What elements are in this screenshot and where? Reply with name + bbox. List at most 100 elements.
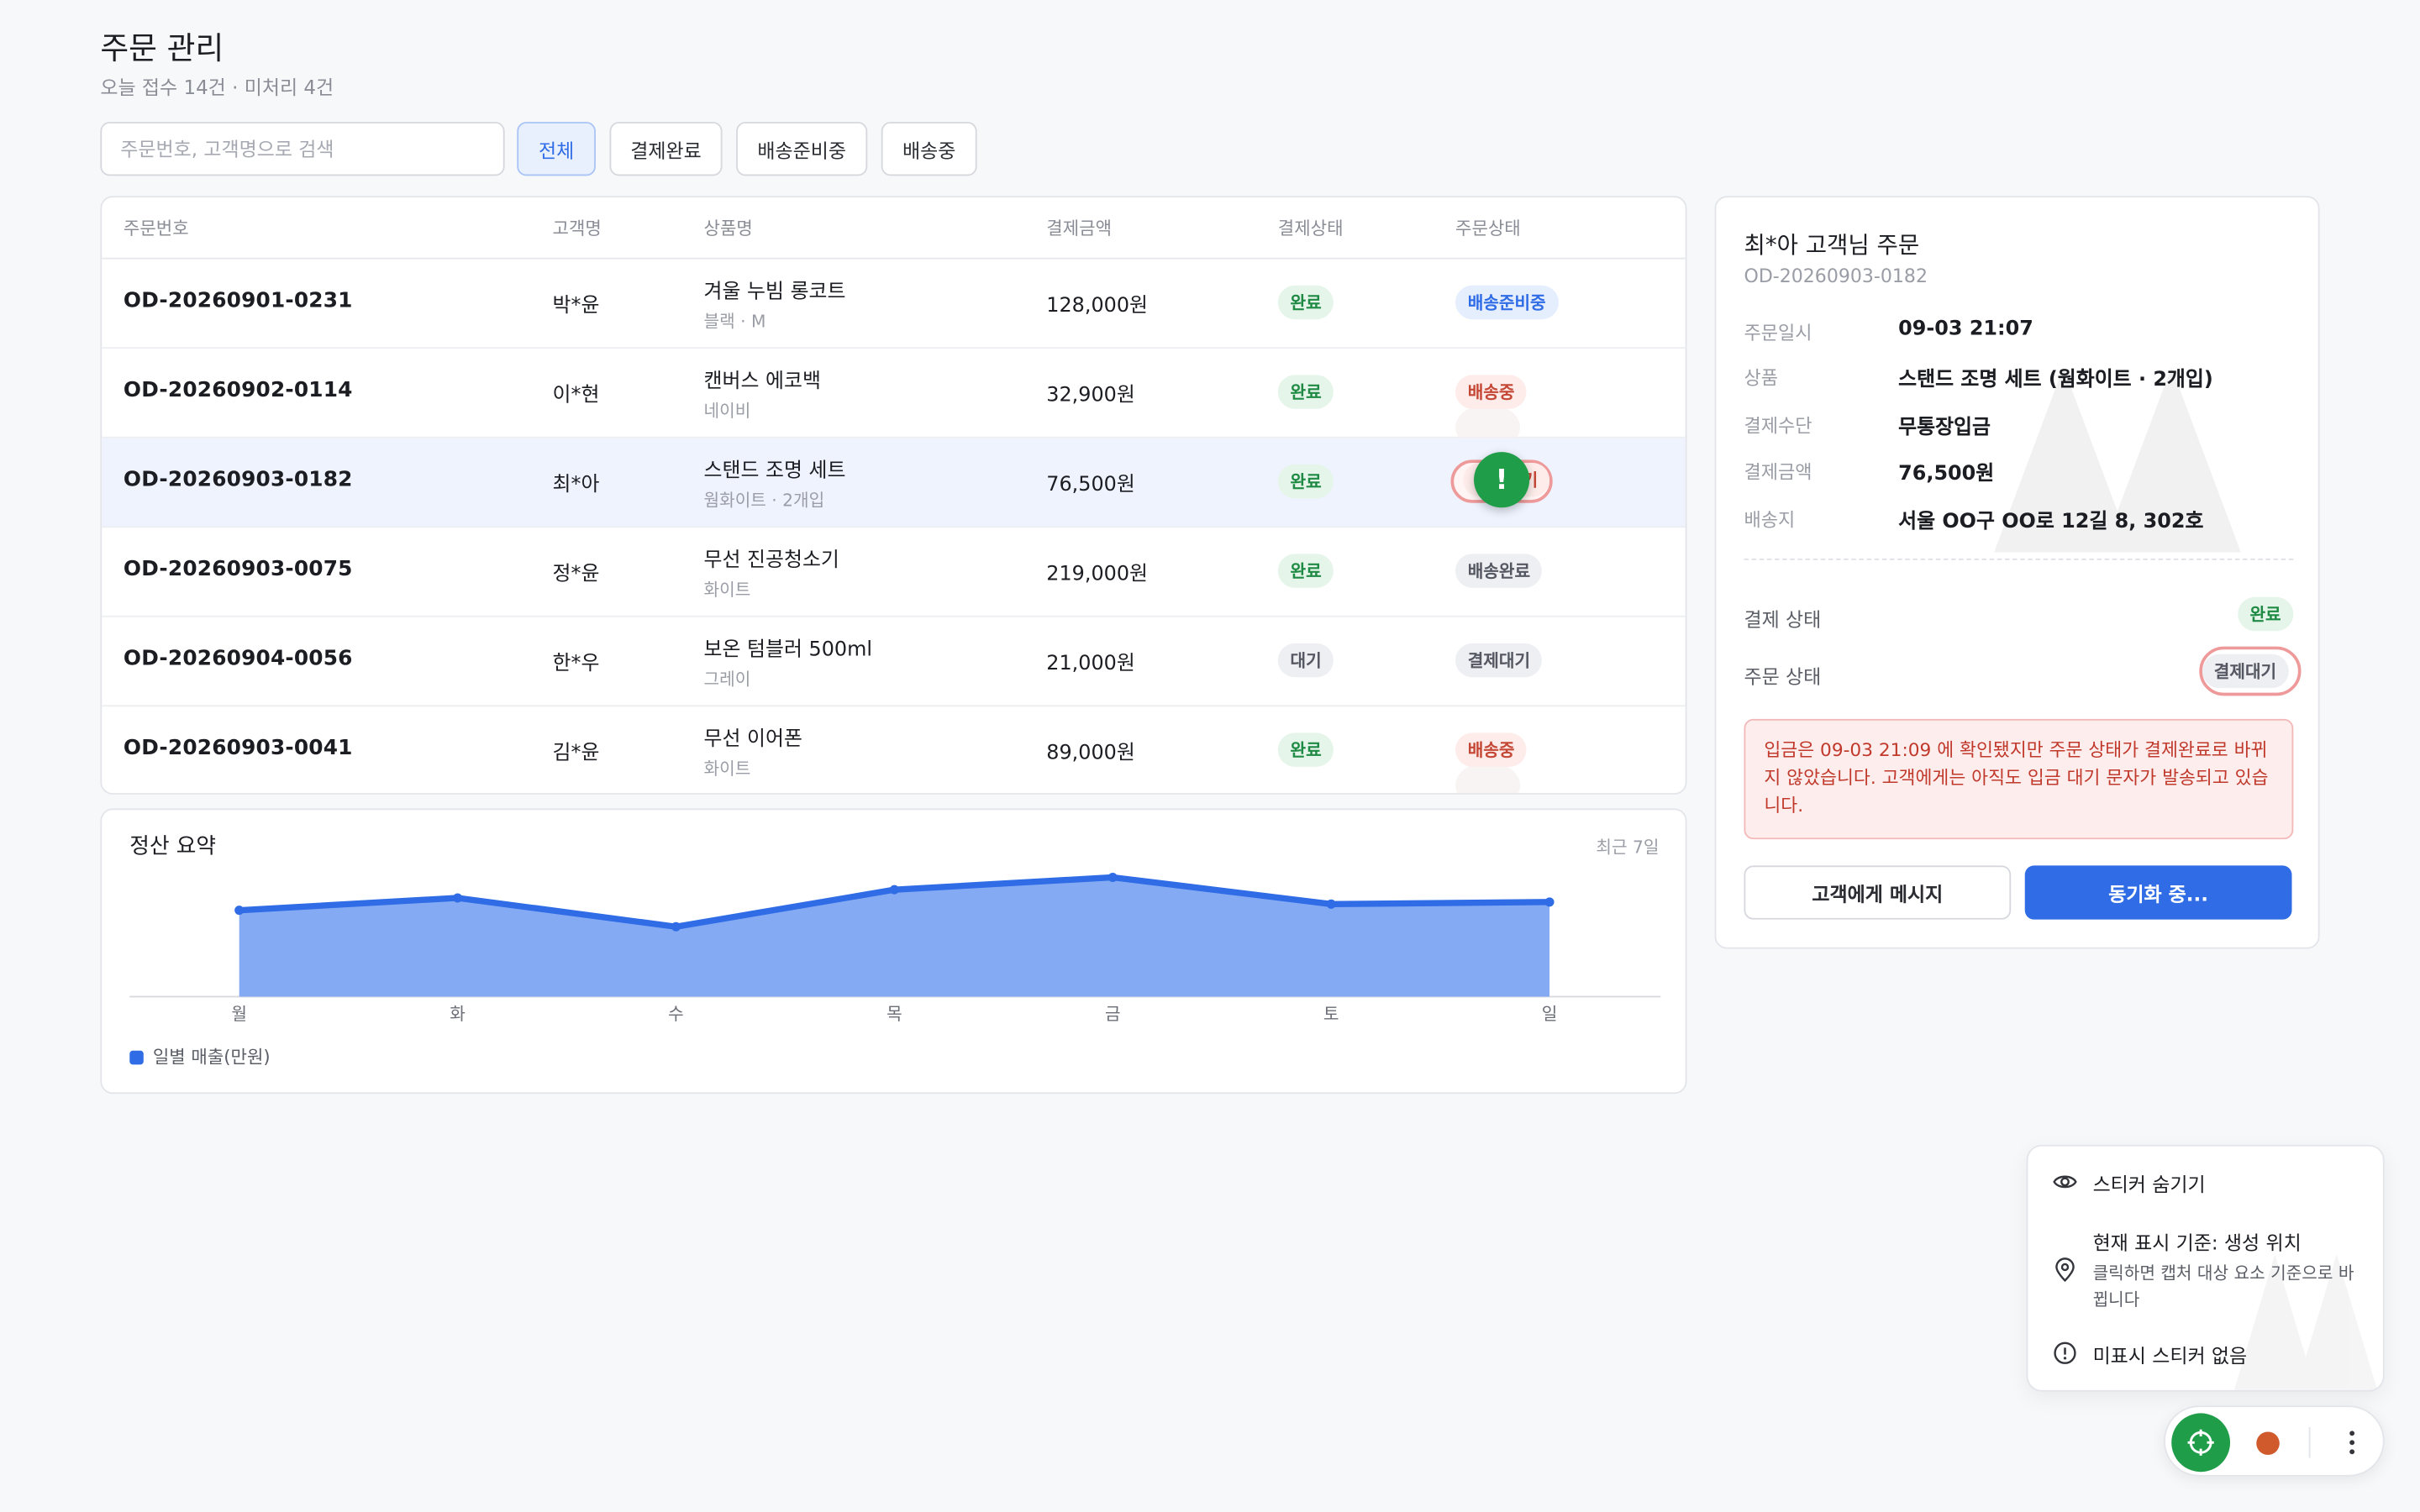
column-header-order-status: 주문상태 <box>1455 217 1521 239</box>
sticker-alert-icon[interactable]: ! <box>1474 452 1530 508</box>
menu-item-position-basis[interactable]: 현재 표시 기준: 생성 위치 클릭하면 캡처 대상 요소 기준으로 바뀝니다 <box>2053 1226 2365 1313</box>
filter-all-button[interactable]: 전체 <box>517 122 596 176</box>
more-options-button[interactable] <box>2330 1421 2373 1464</box>
order-number: OD-20260903-0182 <box>123 467 353 492</box>
x-tick-label: 금 <box>1105 1004 1121 1024</box>
order-status-label: 주문 상태 <box>1744 664 1822 689</box>
order-amount: 219,000원 <box>1046 563 1148 586</box>
data-point <box>1107 872 1118 882</box>
menu-item-label: 미표시 스티커 없음 <box>2092 1343 2248 1368</box>
product-name: 캔버스 에코백 <box>703 370 821 394</box>
product-cell: 무선 이어폰 화이트 <box>704 722 802 781</box>
order-number: OD-20260904-0056 <box>123 646 353 671</box>
x-tick-label: 화 <box>450 1004 466 1024</box>
order-amount: 32,900원 <box>1046 384 1135 407</box>
x-tick-label: 토 <box>1323 1004 1339 1024</box>
field-value: 09-03 21:07 <box>1898 318 2033 341</box>
order-number: OD-20260903-0041 <box>123 736 353 761</box>
order-detail-panel: 최*아 고객님 주문 OD-20260903-0182 주문일시 09-03 2… <box>1714 196 2320 949</box>
customer-name: 박*윤 <box>552 294 600 318</box>
column-header-amount: 결제금액 <box>1046 217 1113 239</box>
orders-table: 주문번호 고객명 상품명 결제금액 결제상태 주문상태 OD-20260901-… <box>100 196 1687 795</box>
detail-title: 최*아 고객님 주문 <box>1744 231 1920 260</box>
product-option: 네이비 <box>703 401 751 422</box>
field-label: 상품 <box>1744 367 1779 389</box>
table-row[interactable]: OD-20260903-0075 정*윤 무선 진공청소기 화이트 219,00… <box>102 528 1686 617</box>
x-tick-label: 수 <box>668 1004 684 1024</box>
detail-field-amount: 결제금액 76,500원 <box>1744 458 2293 489</box>
product-option: 그레이 <box>703 669 751 690</box>
eye-icon <box>2053 1175 2077 1189</box>
search-input[interactable] <box>100 122 505 176</box>
order-amount: 76,500원 <box>1046 473 1135 497</box>
settlement-summary-panel: 정산 요약 최근 7일 월화수목금토일 일별 매출(만원) <box>100 808 1687 1095</box>
pay-status-label: 결제 상태 <box>1744 607 1822 632</box>
legend-label: 일별 매출(만원) <box>152 1046 271 1068</box>
x-tick-label: 목 <box>886 1004 902 1024</box>
location-pin-icon <box>2055 1257 2075 1283</box>
field-value: 76,500원 <box>1898 463 1995 486</box>
menu-item-label: 스티커 숨기기 <box>2092 1172 2206 1196</box>
product-name: 겨울 누빔 롱코트 <box>703 281 846 304</box>
field-value: 서울 OO구 OO로 12길 8, 302호 <box>1898 510 2204 534</box>
order-amount: 89,000원 <box>1046 742 1135 766</box>
product-cell: 무선 진공청소기 화이트 <box>704 543 839 602</box>
field-label: 주문일시 <box>1744 322 1812 344</box>
sticker-options-menu: 스티커 숨기기 현재 표시 기준: 생성 위치 클릭하면 캡처 대상 요소 기준… <box>2026 1144 2385 1392</box>
detail-order-number: OD-20260903-0182 <box>1744 265 1928 287</box>
customer-name: 한*우 <box>552 652 600 676</box>
message-customer-button[interactable]: 고객에게 메시지 <box>1744 865 2012 920</box>
data-point <box>671 921 681 932</box>
filter-paid-button[interactable]: 결제완료 <box>609 122 723 176</box>
field-label: 배송지 <box>1744 509 1796 531</box>
detail-field-product: 상품 스탠드 조명 세트 (웜화이트 · 2개입) <box>1744 364 2293 395</box>
data-point <box>1544 897 1555 907</box>
filter-preparing-button[interactable]: 배송준비중 <box>736 122 868 176</box>
sync-button[interactable]: 동기화 중... <box>2024 865 2292 920</box>
order-management-page: 주문 관리 오늘 접수 14건 · 미처리 4건 전체 결제완료 배송준비중 배… <box>0 0 2420 1512</box>
sales-area-chart: 월화수목금토일 <box>129 872 1661 1024</box>
product-name: 스탠드 조명 세트 <box>703 459 846 483</box>
menu-item-hide-stickers[interactable]: 스티커 숨기기 <box>2053 1168 2206 1197</box>
floating-capture-toolbar <box>2164 1405 2385 1477</box>
series-area <box>239 877 1550 997</box>
order-status-badge: 결제대기 <box>2202 654 2289 689</box>
menu-item-hidden-stickers[interactable]: 미표시 스티커 없음 <box>2053 1339 2247 1368</box>
menu-item-text: 현재 표시 기준: 생성 위치 클릭하면 캡처 대상 요소 기준으로 바뀝니다 <box>2093 1226 2365 1313</box>
table-row[interactable]: OD-20260902-0114 이*현 캔버스 에코백 네이비 32,900원… <box>102 349 1686 451</box>
menu-item-hint: 클릭하면 캡처 대상 요소 기준으로 바뀝니다 <box>2092 1263 2354 1310</box>
product-option: 웜화이트 · 2개입 <box>703 491 825 511</box>
field-label: 결제수단 <box>1744 415 1812 437</box>
order-status-badge: 배송완료 <box>1455 554 1543 588</box>
order-status-badge: 배송준비중 <box>1455 285 1559 320</box>
filter-shipping-button[interactable]: 배송중 <box>881 122 977 176</box>
order-number: OD-20260903-0075 <box>123 557 353 582</box>
product-name: 보온 텀블러 500ml <box>703 638 873 662</box>
column-header-pay-status: 결제상태 <box>1277 217 1344 239</box>
ghost-shadow <box>1455 762 1521 794</box>
product-option: 화이트 <box>703 759 751 780</box>
order-status-badge: 배송중 <box>1455 375 1528 409</box>
customer-name: 정*윤 <box>552 563 600 586</box>
x-tick-label: 월 <box>231 1004 247 1024</box>
table-header: 주문번호 고객명 상품명 결제금액 결제상태 주문상태 <box>102 197 1686 260</box>
product-name: 무선 이어폰 <box>703 727 802 752</box>
order-number: OD-20260901-0231 <box>123 288 353 313</box>
table-row[interactable]: OD-20260904-0056 한*우 보온 텀블러 500ml 그레이 21… <box>102 617 1686 707</box>
sync-warning-alert: 입금은 09-03 21:09 에 확인됐지만 주문 상태가 결제완료로 바뀌지… <box>1744 718 2294 840</box>
table-row[interactable]: OD-20260903-0041 김*윤 무선 이어폰 화이트 89,000원 … <box>102 706 1685 794</box>
capture-button[interactable] <box>2171 1413 2231 1473</box>
field-value: 무통장입금 <box>1898 416 1991 440</box>
order-status-row: 주문 상태 결제대기 <box>1744 646 2302 696</box>
product-cell: 캔버스 에코백 네이비 <box>704 364 821 423</box>
customer-name: 이*현 <box>552 384 600 407</box>
record-button[interactable] <box>2256 1431 2280 1456</box>
data-point <box>453 893 463 903</box>
order-amount: 21,000원 <box>1046 652 1135 676</box>
table-row-selected[interactable]: OD-20260903-0182 최*아 스탠드 조명 세트 웜화이트 · 2개… <box>102 438 1686 528</box>
product-cell: 스탠드 조명 세트 웜화이트 · 2개입 <box>704 454 846 512</box>
page-subtitle: 오늘 접수 14건 · 미처리 4건 <box>100 75 334 99</box>
table-row[interactable]: OD-20260901-0231 박*윤 겨울 누빔 롱코트 블랙 · M 12… <box>102 260 1686 349</box>
pay-status-badge: 완료 <box>1277 464 1334 499</box>
more-vertical-icon <box>2349 1431 2355 1455</box>
